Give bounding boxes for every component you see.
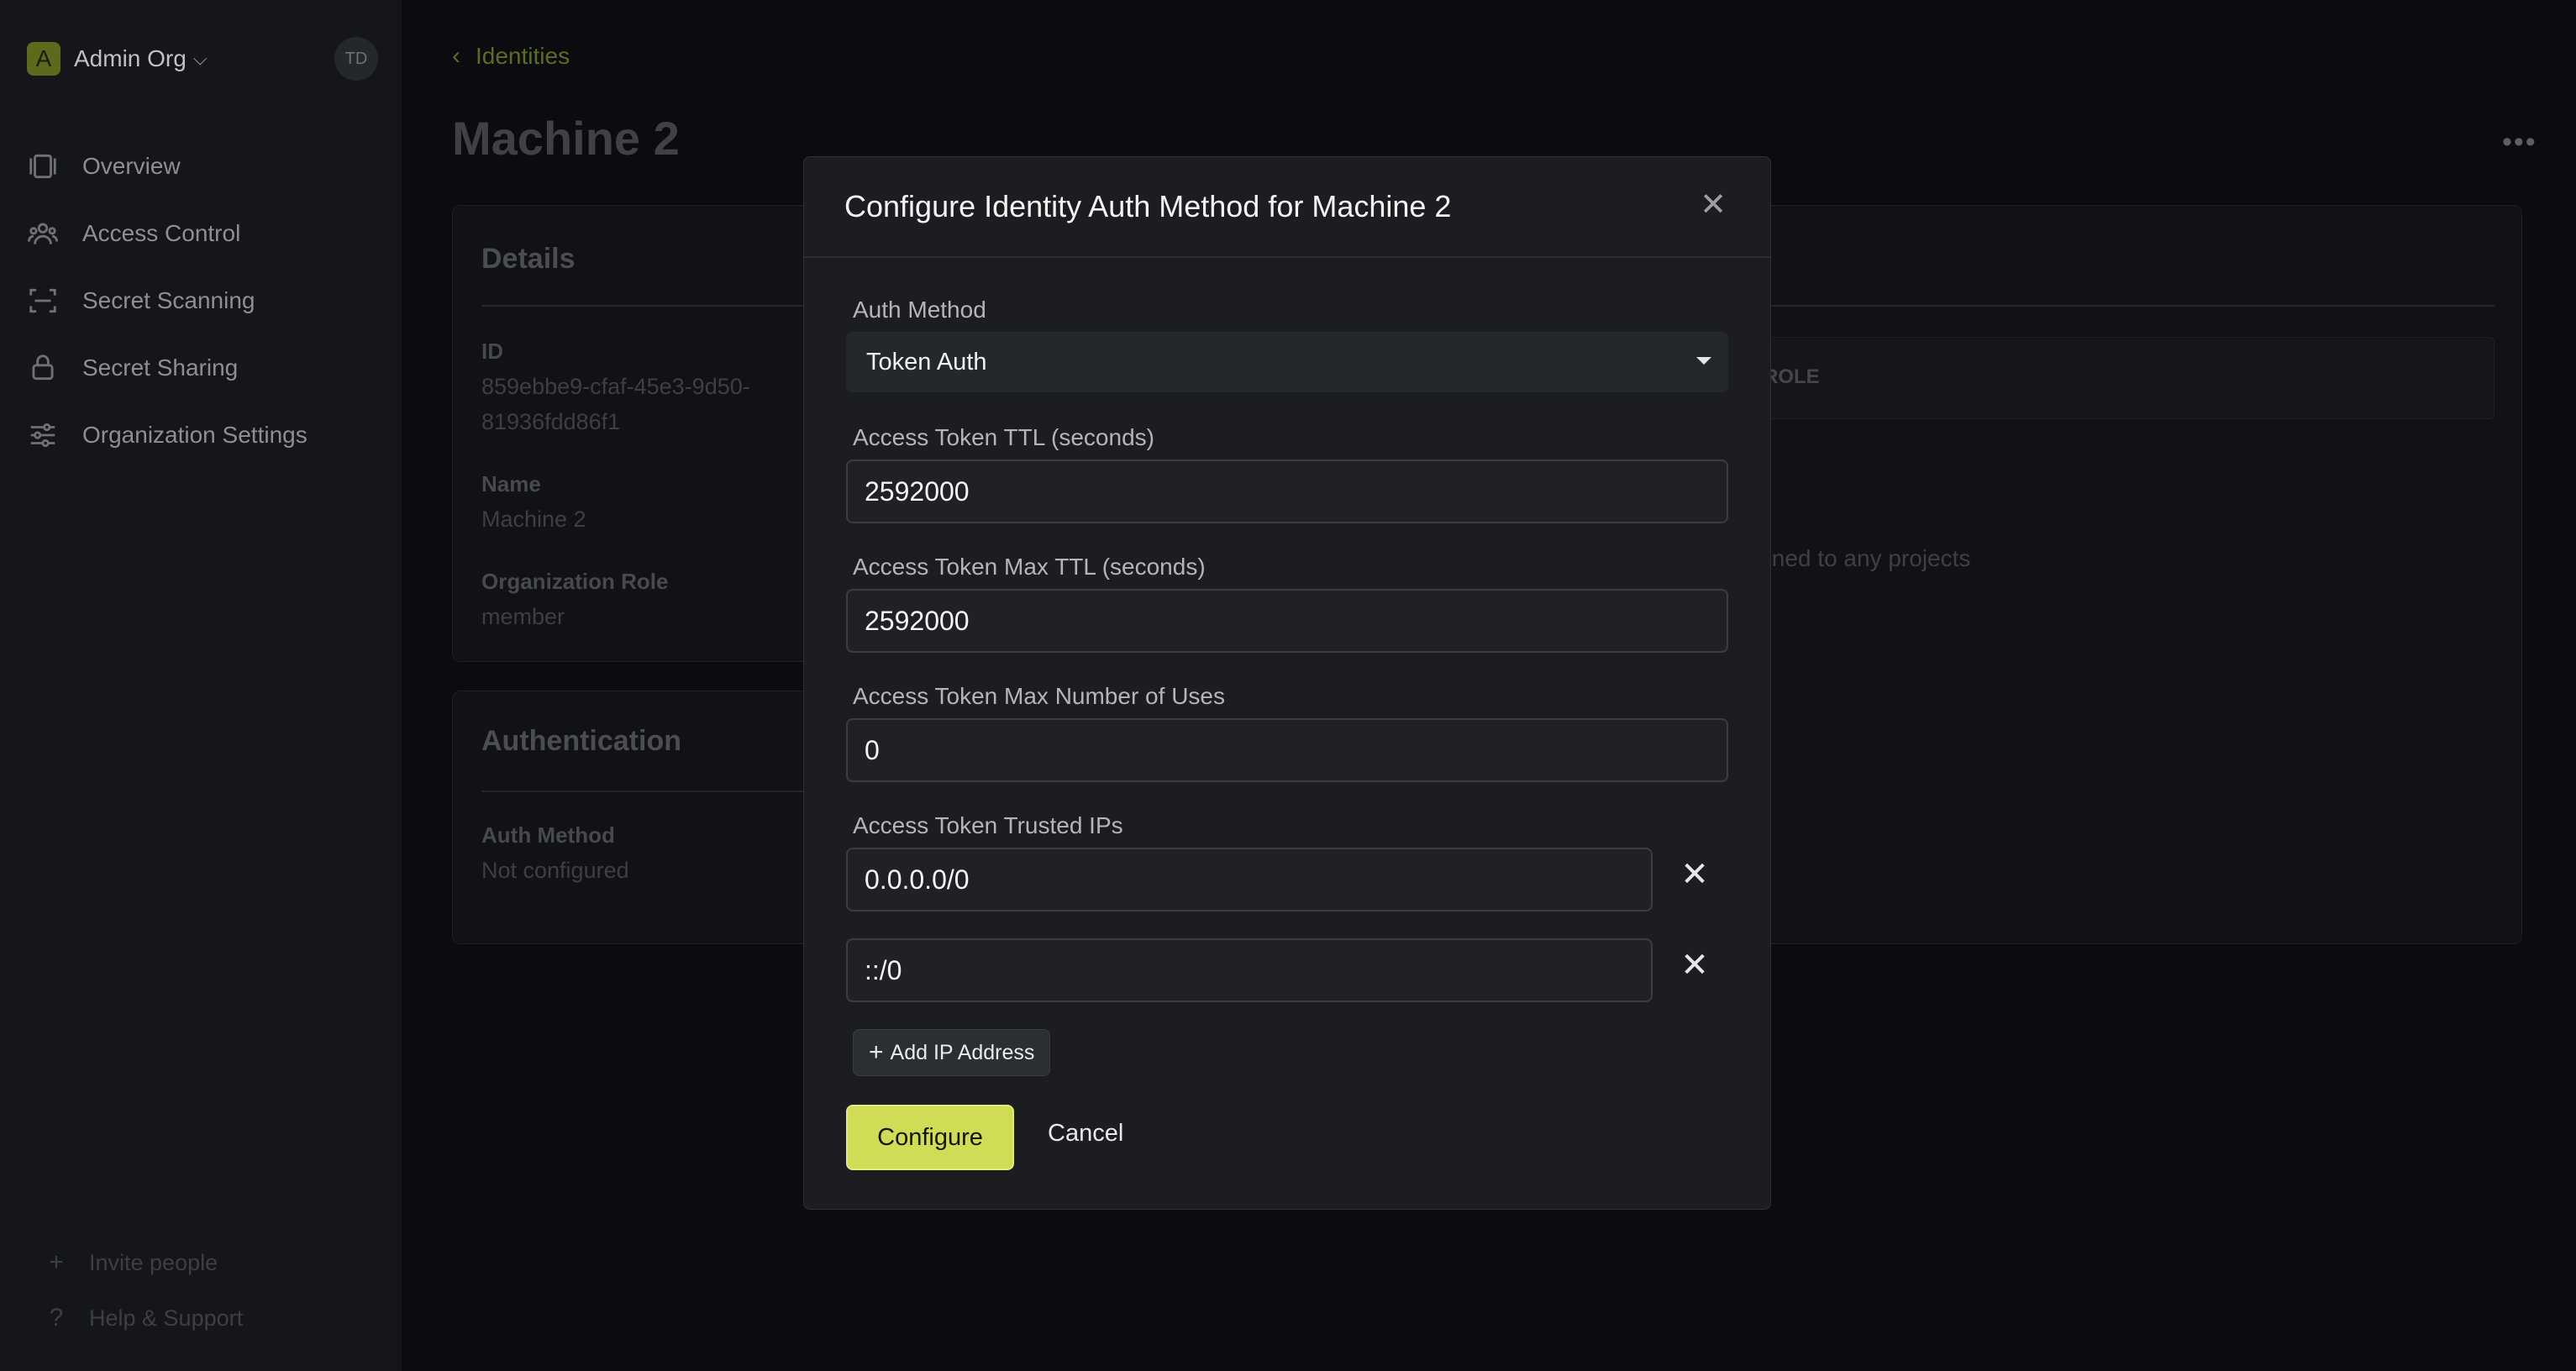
max-uses-input[interactable]: 0 xyxy=(846,718,1728,782)
max-ttl-label: Access Token Max TTL (seconds) xyxy=(853,554,1206,580)
modal-header: Configure Identity Auth Method for Machi… xyxy=(804,157,1770,258)
ttl-label: Access Token TTL (seconds) xyxy=(853,424,1154,450)
remove-ip-icon[interactable]: ✕ xyxy=(1678,856,1711,893)
ttl-value: 2592000 xyxy=(865,475,970,507)
close-icon[interactable]: ✕ xyxy=(1695,186,1732,223)
max-uses-label: Access Token Max Number of Uses xyxy=(853,683,1225,709)
ttl-input[interactable]: 2592000 xyxy=(846,460,1728,523)
trusted-ip-input[interactable]: 0.0.0.0/0 xyxy=(846,848,1653,911)
configure-auth-modal: Configure Identity Auth Method for Machi… xyxy=(803,156,1771,1210)
trusted-ip-value: 0.0.0.0/0 xyxy=(865,864,970,895)
auth-method-label: Auth Method xyxy=(853,297,986,323)
add-ip-label: Add IP Address xyxy=(890,1040,1035,1064)
caret-down-icon xyxy=(1696,357,1711,365)
configure-button[interactable]: Configure xyxy=(846,1105,1014,1170)
cancel-button[interactable]: Cancel xyxy=(1048,1120,1123,1148)
auth-method-selected: Token Auth xyxy=(866,348,987,376)
add-ip-address-button[interactable]: + Add IP Address xyxy=(853,1029,1051,1076)
max-ttl-input[interactable]: 2592000 xyxy=(846,589,1728,653)
max-uses-value: 0 xyxy=(865,734,880,765)
auth-method-select[interactable]: Token Auth xyxy=(846,332,1728,392)
trusted-ip-input[interactable]: ::/0 xyxy=(846,938,1653,1002)
trusted-ips-label: Access Token Trusted IPs xyxy=(853,812,1123,838)
trusted-ip-value: ::/0 xyxy=(865,954,902,985)
remove-ip-icon[interactable]: ✕ xyxy=(1678,947,1711,984)
modal-title: Configure Identity Auth Method for Machi… xyxy=(844,189,1452,223)
plus-icon: + xyxy=(869,1038,884,1066)
max-ttl-value: 2592000 xyxy=(865,605,970,636)
